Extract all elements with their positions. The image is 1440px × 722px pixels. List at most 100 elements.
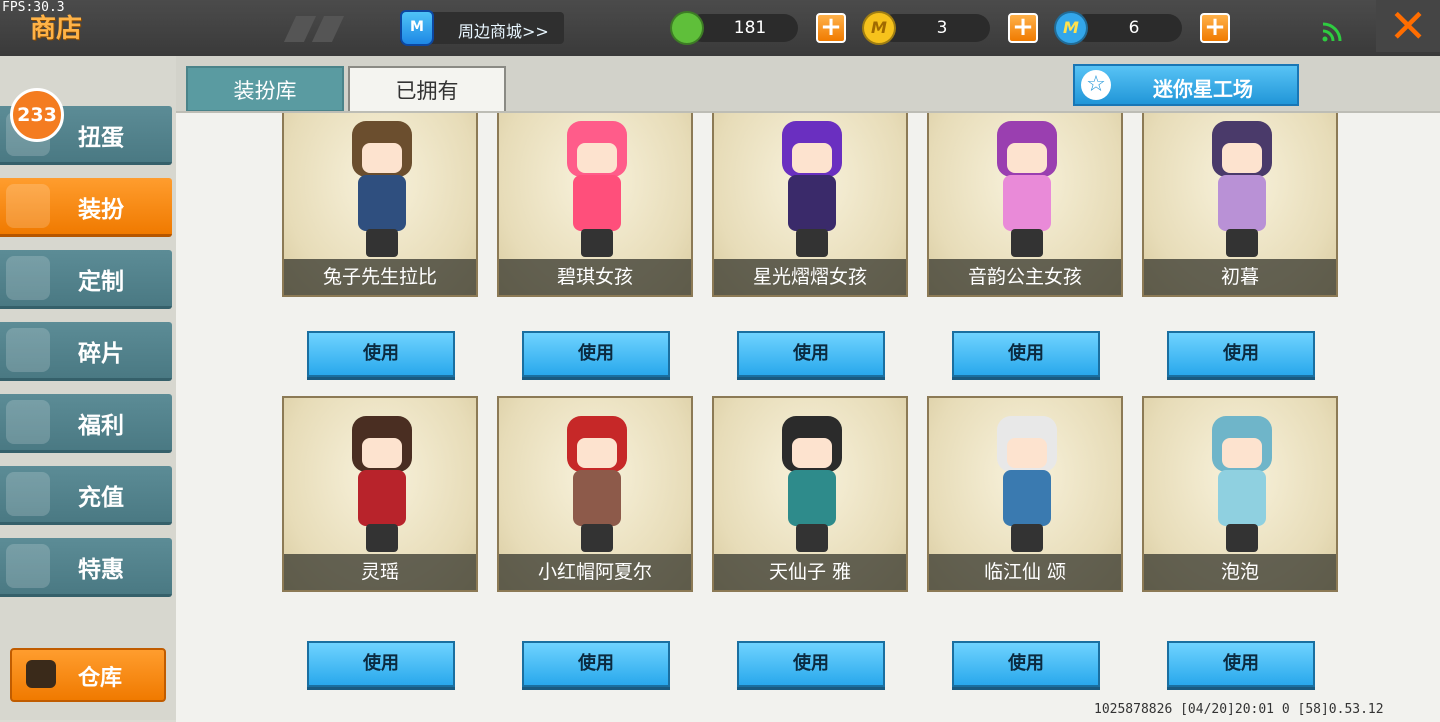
use-button[interactable]: 使用 <box>1167 331 1315 377</box>
use-button[interactable]: 使用 <box>952 641 1100 687</box>
use-button[interactable]: 使用 <box>737 331 885 377</box>
costume-name: 灵瑶 <box>284 554 476 590</box>
signal-icon <box>1322 22 1342 42</box>
costume-avatar <box>342 121 422 261</box>
mini-star-workshop-button[interactable]: ☆ 迷你星工场 <box>1073 64 1299 106</box>
shirt-icon <box>6 184 50 228</box>
warehouse-button[interactable]: 仓库 <box>10 648 166 702</box>
sidebar-item-recharge[interactable]: 充值 <box>0 466 172 525</box>
costume-card[interactable]: 音韵公主女孩 <box>927 113 1123 297</box>
costume-name: 初暮 <box>1144 259 1336 295</box>
add-blue-coin-button[interactable]: + <box>1200 13 1230 43</box>
use-button[interactable]: 使用 <box>952 331 1100 377</box>
tab-owned[interactable]: 已拥有 <box>348 66 506 112</box>
avatar-face <box>1007 438 1047 468</box>
costume-avatar <box>772 416 852 556</box>
costume-card[interactable]: 天仙子 雅 <box>712 396 908 592</box>
sidebar-item-dressup[interactable]: 装扮 <box>0 178 172 237</box>
costume-name: 兔子先生拉比 <box>284 259 476 295</box>
avatar-face <box>362 438 402 468</box>
gold-coin-amount: 3 <box>936 18 948 38</box>
use-button[interactable]: 使用 <box>522 641 670 687</box>
sidebar-item-special-offer[interactable]: 特惠 <box>0 538 172 597</box>
costume-name: 临江仙 颂 <box>929 554 1121 590</box>
costume-avatar <box>557 121 637 261</box>
costume-avatar <box>1202 121 1282 261</box>
sidebar-item-label: 充值 <box>78 485 124 511</box>
avatar-face <box>1222 143 1262 173</box>
costume-avatar <box>342 416 422 556</box>
gift-box-icon <box>6 544 50 588</box>
sidebar-item-customize[interactable]: 定制 <box>0 250 172 309</box>
avatar-face <box>1007 143 1047 173</box>
costume-name: 泡泡 <box>1144 554 1336 590</box>
costume-avatar <box>987 416 1067 556</box>
puzzle-icon <box>6 328 50 372</box>
avatar-face <box>792 143 832 173</box>
avatar-outfit <box>1003 175 1051 231</box>
avatar-outfit <box>573 470 621 526</box>
costume-name: 天仙子 雅 <box>714 554 906 590</box>
use-button[interactable]: 使用 <box>307 641 455 687</box>
costume-card[interactable]: 小红帽阿夏尔 <box>497 396 693 592</box>
costume-card[interactable]: 泡泡 <box>1142 396 1338 592</box>
costume-name: 碧琪女孩 <box>499 259 691 295</box>
green-gem-icon <box>670 11 704 45</box>
avatar-legs <box>796 229 828 257</box>
costume-avatar <box>557 416 637 556</box>
peripheral-shop-button[interactable]: M 周边商城>> <box>400 10 564 46</box>
avatar-outfit <box>788 470 836 526</box>
avatar-outfit <box>573 175 621 231</box>
tab-costume-library[interactable]: 装扮库 <box>186 66 344 112</box>
costume-name: 音韵公主女孩 <box>929 259 1121 295</box>
notification-badge: 233 <box>10 88 64 142</box>
blue-coin-icon: M <box>1054 11 1088 45</box>
gift-icon <box>6 400 50 444</box>
costume-card[interactable]: 初暮 <box>1142 113 1338 297</box>
add-green-gem-button[interactable]: + <box>816 13 846 43</box>
sidebar: 扭蛋 装扮 定制 碎片 福利 充值 特惠 <box>0 56 176 720</box>
sidebar-item-label: 碎片 <box>78 341 124 367</box>
avatar-outfit <box>1003 470 1051 526</box>
main-content: 装扮库 已拥有 ☆ 迷你星工场 兔子先生拉比 碧琪女孩 星光熠熠女孩 音韵公主女… <box>176 56 1440 722</box>
shopping-bag-icon: M <box>400 10 434 46</box>
use-button[interactable]: 使用 <box>1167 641 1315 687</box>
close-button[interactable]: ✕ <box>1376 0 1440 52</box>
costume-name: 星光熠熠女孩 <box>714 259 906 295</box>
avatar-legs <box>796 524 828 552</box>
chest-icon <box>26 660 56 688</box>
costume-card[interactable]: 星光熠熠女孩 <box>712 113 908 297</box>
avatar-face <box>1222 438 1262 468</box>
add-gold-coin-button[interactable]: + <box>1008 13 1038 43</box>
avatar-legs <box>581 229 613 257</box>
pencil-icon <box>6 256 50 300</box>
sidebar-item-fragments[interactable]: 碎片 <box>0 322 172 381</box>
use-button[interactable]: 使用 <box>307 331 455 377</box>
costume-card[interactable]: 兔子先生拉比 <box>282 113 478 297</box>
avatar-legs <box>366 229 398 257</box>
avatar-outfit <box>358 175 406 231</box>
avatar-outfit <box>1218 175 1266 231</box>
costume-avatar <box>772 121 852 261</box>
avatar-face <box>362 143 402 173</box>
avatar-outfit <box>788 175 836 231</box>
sidebar-item-welfare[interactable]: 福利 <box>0 394 172 453</box>
costume-card[interactable]: 碧琪女孩 <box>497 113 693 297</box>
decor-stripe <box>311 16 345 42</box>
costume-card[interactable]: 临江仙 颂 <box>927 396 1123 592</box>
use-button[interactable]: 使用 <box>737 641 885 687</box>
use-button[interactable]: 使用 <box>522 331 670 377</box>
green-gem-amount: 181 <box>733 18 767 38</box>
avatar-legs <box>1226 524 1258 552</box>
sidebar-item-label: 特惠 <box>78 557 124 583</box>
page-title: 商店 <box>30 14 83 44</box>
status-line: 1025878826 [04/20]20:01 0 [58]0.53.12 <box>1094 702 1384 717</box>
costume-card[interactable]: 灵瑶 <box>282 396 478 592</box>
avatar-face <box>577 438 617 468</box>
sidebar-item-label: 定制 <box>78 269 124 295</box>
avatar-face <box>577 143 617 173</box>
avatar-legs <box>1011 229 1043 257</box>
avatar-legs <box>1226 229 1258 257</box>
mini-star-workshop-label: 迷你星工场 <box>1153 77 1253 101</box>
avatar-outfit <box>358 470 406 526</box>
